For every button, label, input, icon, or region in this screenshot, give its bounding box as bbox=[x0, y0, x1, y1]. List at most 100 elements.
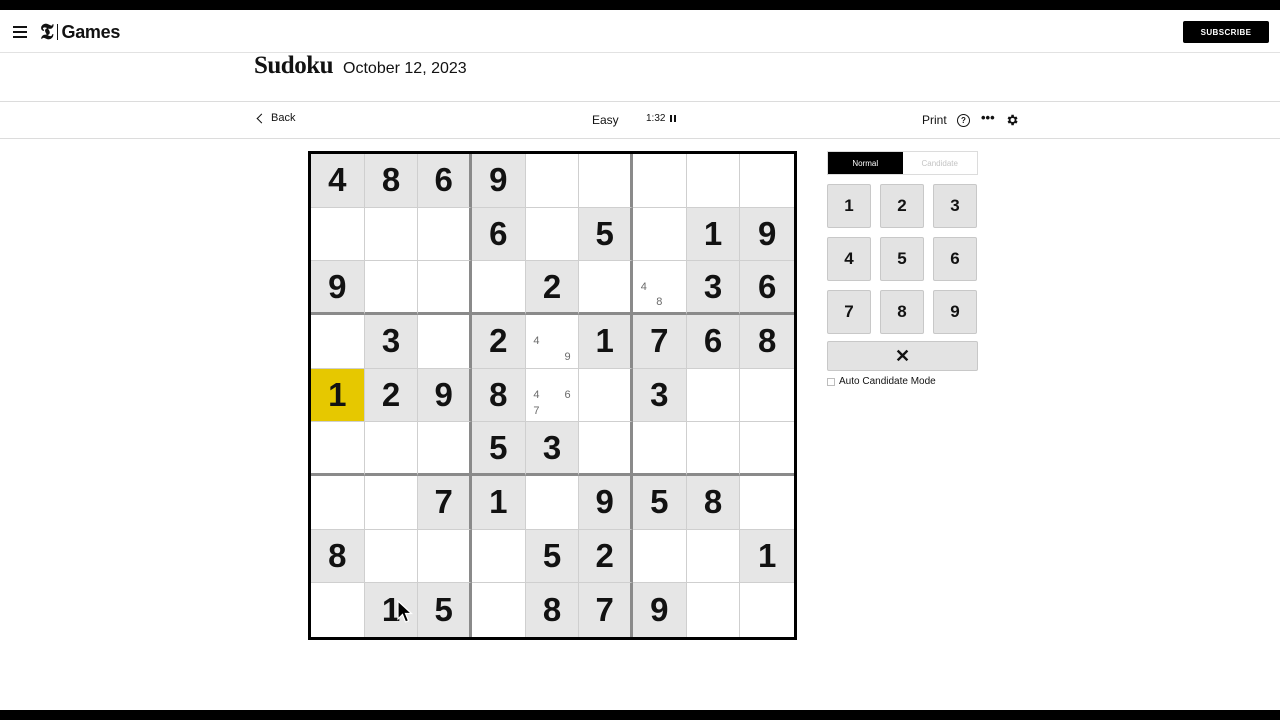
sudoku-cell[interactable] bbox=[364, 529, 419, 584]
sudoku-cell[interactable]: 8 bbox=[525, 583, 580, 637]
sudoku-cell[interactable] bbox=[686, 583, 741, 637]
sudoku-cell[interactable]: 4 bbox=[311, 154, 365, 208]
sudoku-cell[interactable] bbox=[472, 529, 526, 584]
sudoku-cell[interactable] bbox=[418, 529, 472, 584]
sudoku-cell[interactable]: 6 bbox=[418, 154, 472, 208]
number-key-7[interactable]: 7 bbox=[827, 290, 871, 334]
sudoku-cell[interactable] bbox=[579, 261, 633, 315]
sudoku-cell[interactable]: 3 bbox=[364, 315, 419, 369]
sudoku-cell[interactable]: 2 bbox=[472, 315, 526, 369]
sudoku-cell[interactable] bbox=[311, 476, 365, 530]
sudoku-cell[interactable]: 8 bbox=[686, 476, 741, 530]
sudoku-cell[interactable] bbox=[579, 368, 633, 423]
sudoku-cell[interactable] bbox=[418, 261, 472, 315]
sudoku-cell[interactable]: 5 bbox=[579, 207, 633, 262]
sudoku-cell[interactable]: 5 bbox=[525, 529, 580, 584]
sudoku-cell[interactable] bbox=[633, 422, 687, 476]
more-options-icon[interactable]: ••• bbox=[981, 110, 995, 125]
sudoku-cell[interactable] bbox=[311, 583, 365, 637]
menu-icon[interactable] bbox=[13, 26, 27, 38]
sudoku-cell[interactable] bbox=[633, 529, 687, 584]
sudoku-cell[interactable]: 8 bbox=[472, 368, 526, 423]
sudoku-cell[interactable]: 3 bbox=[633, 368, 687, 423]
sudoku-cell[interactable]: 7 bbox=[579, 583, 633, 637]
sudoku-cell[interactable]: 49 bbox=[525, 315, 580, 369]
sudoku-cell[interactable] bbox=[740, 368, 794, 423]
sudoku-cell[interactable]: 5 bbox=[418, 583, 472, 637]
number-key-2[interactable]: 2 bbox=[880, 184, 924, 228]
sudoku-cell[interactable] bbox=[633, 207, 687, 262]
sudoku-cell[interactable]: 1 bbox=[364, 583, 419, 637]
sudoku-cell[interactable]: 1 bbox=[311, 368, 365, 423]
sudoku-cell[interactable]: 9 bbox=[740, 207, 794, 262]
sudoku-cell[interactable] bbox=[472, 261, 526, 315]
sudoku-cell[interactable] bbox=[579, 422, 633, 476]
sudoku-cell[interactable] bbox=[579, 154, 633, 208]
mode-normal-tab[interactable]: Normal bbox=[828, 152, 903, 174]
games-logo[interactable]: 𝕿 Games bbox=[40, 21, 120, 43]
sudoku-cell[interactable] bbox=[686, 422, 741, 476]
sudoku-cell[interactable] bbox=[633, 154, 687, 208]
sudoku-cell[interactable]: 1 bbox=[579, 315, 633, 369]
sudoku-cell[interactable] bbox=[740, 154, 794, 208]
help-icon[interactable]: ? bbox=[957, 114, 970, 127]
sudoku-cell[interactable]: 9 bbox=[472, 154, 526, 208]
sudoku-cell[interactable]: 7 bbox=[418, 476, 472, 530]
sudoku-cell[interactable] bbox=[364, 207, 419, 262]
sudoku-cell[interactable]: 4 6 7 bbox=[525, 368, 580, 423]
sudoku-cell[interactable] bbox=[525, 154, 580, 208]
auto-candidate-checkbox[interactable] bbox=[827, 377, 835, 386]
sudoku-cell[interactable]: 9 bbox=[579, 476, 633, 530]
number-key-4[interactable]: 4 bbox=[827, 237, 871, 281]
sudoku-cell[interactable] bbox=[364, 476, 419, 530]
number-key-3[interactable]: 3 bbox=[933, 184, 977, 228]
sudoku-cell[interactable] bbox=[686, 368, 741, 423]
sudoku-cell[interactable]: 8 bbox=[740, 315, 794, 369]
sudoku-cell[interactable] bbox=[740, 476, 794, 530]
sudoku-cell[interactable] bbox=[311, 422, 365, 476]
pause-icon[interactable] bbox=[670, 115, 677, 122]
mode-candidate-tab[interactable]: Candidate bbox=[902, 152, 977, 174]
sudoku-cell[interactable]: 3 bbox=[686, 261, 741, 315]
sudoku-cell[interactable] bbox=[364, 261, 419, 315]
subscribe-button[interactable]: SUBSCRIBE bbox=[1183, 21, 1269, 43]
sudoku-cell[interactable] bbox=[740, 422, 794, 476]
sudoku-cell[interactable] bbox=[740, 583, 794, 637]
sudoku-cell[interactable]: 8 bbox=[364, 154, 419, 208]
sudoku-cell[interactable]: 1 bbox=[472, 476, 526, 530]
number-key-9[interactable]: 9 bbox=[933, 290, 977, 334]
sudoku-cell[interactable]: 8 bbox=[311, 529, 365, 584]
sudoku-cell[interactable]: 6 bbox=[686, 315, 741, 369]
gear-icon[interactable] bbox=[1005, 113, 1019, 127]
number-key-8[interactable]: 8 bbox=[880, 290, 924, 334]
sudoku-cell[interactable] bbox=[525, 207, 580, 262]
sudoku-cell[interactable]: 2 bbox=[525, 261, 580, 315]
sudoku-cell[interactable] bbox=[418, 422, 472, 476]
sudoku-cell[interactable]: 1 bbox=[686, 207, 741, 262]
number-key-5[interactable]: 5 bbox=[880, 237, 924, 281]
sudoku-cell[interactable]: 9 bbox=[311, 261, 365, 315]
sudoku-cell[interactable]: 1 bbox=[740, 529, 794, 584]
sudoku-cell[interactable]: 48 bbox=[633, 261, 687, 315]
sudoku-cell[interactable]: 6 bbox=[740, 261, 794, 315]
sudoku-cell[interactable] bbox=[686, 529, 741, 584]
number-key-1[interactable]: 1 bbox=[827, 184, 871, 228]
sudoku-cell[interactable]: 5 bbox=[472, 422, 526, 476]
sudoku-cell[interactable] bbox=[364, 422, 419, 476]
sudoku-cell[interactable]: 7 bbox=[633, 315, 687, 369]
sudoku-cell[interactable] bbox=[472, 583, 526, 637]
number-key-6[interactable]: 6 bbox=[933, 237, 977, 281]
erase-button[interactable]: ✕ bbox=[827, 341, 978, 371]
sudoku-cell[interactable]: 6 bbox=[472, 207, 526, 262]
sudoku-cell[interactable] bbox=[311, 315, 365, 369]
sudoku-cell[interactable]: 2 bbox=[364, 368, 419, 423]
sudoku-cell[interactable]: 5 bbox=[633, 476, 687, 530]
sudoku-cell[interactable]: 9 bbox=[418, 368, 472, 423]
sudoku-cell[interactable] bbox=[686, 154, 741, 208]
sudoku-cell[interactable]: 2 bbox=[579, 529, 633, 584]
sudoku-cell[interactable] bbox=[525, 476, 580, 530]
sudoku-cell[interactable]: 9 bbox=[633, 583, 687, 637]
sudoku-cell[interactable] bbox=[418, 207, 472, 262]
back-button[interactable]: Back bbox=[256, 112, 295, 124]
sudoku-cell[interactable]: 3 bbox=[525, 422, 580, 476]
